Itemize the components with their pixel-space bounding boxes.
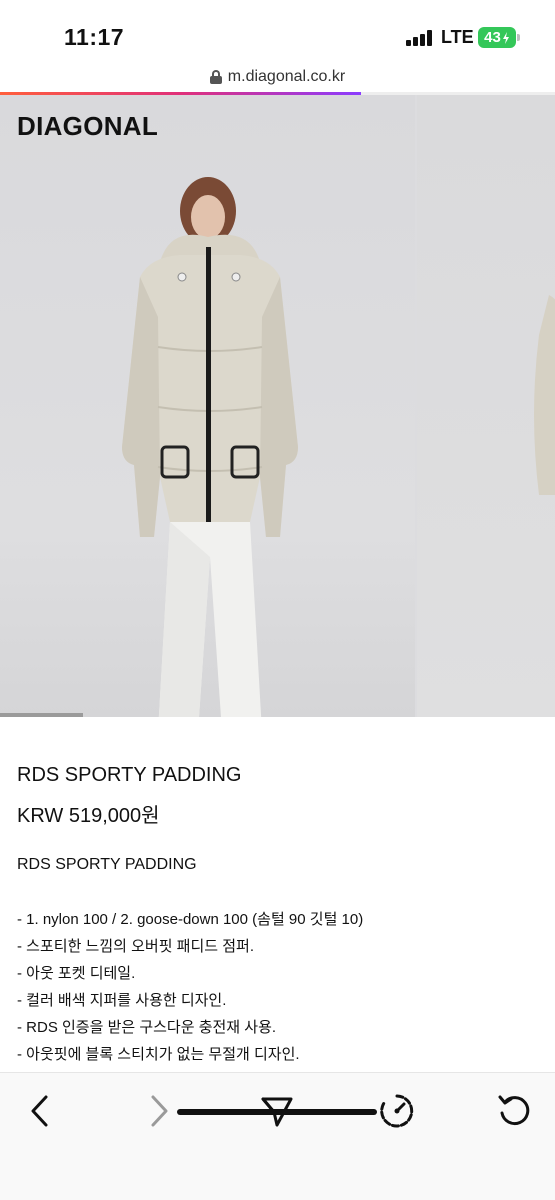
product-name: RDS SPORTY PADDING bbox=[17, 764, 242, 786]
description-list: - 1. nylon 100 / 2. goose-down 100 (솜털 9… bbox=[17, 910, 363, 1072]
model-photo bbox=[122, 177, 298, 717]
reload-icon bbox=[498, 1095, 530, 1126]
speed-icon bbox=[380, 1094, 414, 1128]
product-price: KRW 519,000원 bbox=[17, 805, 160, 827]
description-item: - 아웃 포켓 디테일. bbox=[17, 965, 136, 982]
product-image-next[interactable] bbox=[417, 95, 555, 717]
home-indicator[interactable] bbox=[177, 1109, 377, 1115]
product-image-carousel[interactable]: DIAGONAL bbox=[0, 95, 555, 717]
battery-level: 43 bbox=[484, 29, 501, 46]
battery-icon: 43 bbox=[478, 27, 516, 48]
description-item: - 1. nylon 100 / 2. goose-down 100 (솜털 9… bbox=[17, 911, 364, 928]
battery-tip bbox=[517, 34, 520, 41]
browser-toolbar bbox=[0, 1072, 555, 1200]
description-item: - 컬러 배색 지퍼를 사용한 디자인. bbox=[17, 992, 227, 1009]
carousel-indicator bbox=[0, 713, 83, 717]
signal-icon bbox=[406, 30, 436, 46]
speed-button[interactable] bbox=[375, 1091, 419, 1131]
reload-button[interactable] bbox=[492, 1091, 536, 1131]
lock-icon bbox=[209, 70, 222, 84]
url-bar[interactable]: m.diagonal.co.kr bbox=[0, 62, 555, 92]
brand-logo[interactable]: DIAGONAL bbox=[17, 111, 158, 142]
model-photo-next bbox=[534, 295, 555, 495]
status-bar: 11:17 LTE 43 bbox=[0, 0, 555, 62]
url-text[interactable]: m.diagonal.co.kr bbox=[228, 68, 345, 86]
status-time: 11:17 bbox=[64, 24, 125, 50]
product-image-main[interactable]: DIAGONAL bbox=[0, 95, 415, 717]
network-type: LTE bbox=[441, 27, 474, 47]
back-icon bbox=[31, 1095, 48, 1127]
forward-icon bbox=[151, 1095, 168, 1127]
back-button[interactable] bbox=[18, 1091, 62, 1131]
forward-button[interactable] bbox=[137, 1091, 181, 1131]
description-item: - 스포티한 느낌의 오버핏 패디드 점퍼. bbox=[17, 938, 255, 955]
description-title: RDS SPORTY PADDING bbox=[17, 856, 197, 873]
description-item: - 아웃핏에 블록 스티치가 없는 무절개 디자인. bbox=[17, 1046, 300, 1063]
description-item: - RDS 인증을 받은 구스다운 충전재 사용. bbox=[17, 1019, 277, 1036]
